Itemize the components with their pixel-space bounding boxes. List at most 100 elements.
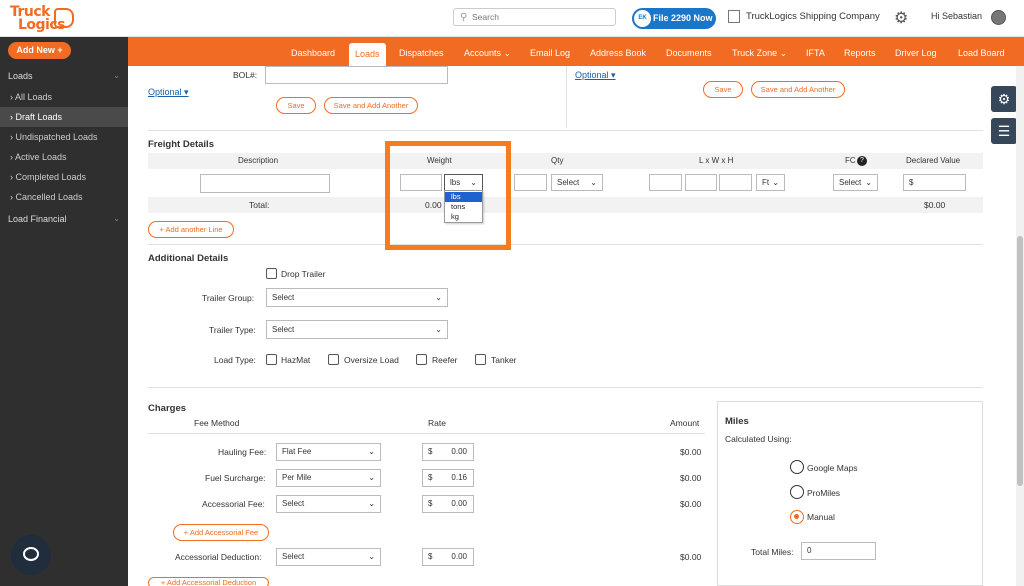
reefer-checkbox[interactable]: [416, 354, 427, 365]
nav-truck-zone[interactable]: Truck Zone ⌄: [732, 37, 787, 66]
nav-driver-log[interactable]: Driver Log: [895, 37, 937, 66]
sidebar-group-loads[interactable]: Loads ⌄: [0, 66, 128, 86]
weight-option-kg[interactable]: kg: [445, 212, 482, 222]
width-input[interactable]: [685, 174, 717, 191]
user-avatar[interactable]: [991, 10, 1006, 25]
search-input[interactable]: [472, 11, 612, 23]
trailer-type-select[interactable]: Select ⌄: [266, 320, 448, 339]
nav-load-board[interactable]: Load Board: [958, 37, 1005, 66]
total-miles-input[interactable]: 0: [801, 542, 876, 560]
sidebar: Add New + Loads ⌄ › All Loads › Draft Lo…: [0, 37, 128, 586]
accessorial-fee-method: Select: [282, 499, 305, 508]
settings-gear-icon[interactable]: ⚙: [894, 8, 908, 28]
google-maps-radio[interactable]: [790, 460, 804, 474]
description-input[interactable]: [200, 174, 330, 193]
optional-toggle-right[interactable]: Optional ▾: [575, 70, 616, 81]
nav-ifta[interactable]: IFTA: [806, 37, 825, 66]
amount-header: Amount: [670, 418, 700, 428]
trailer-group-select[interactable]: Select ⌄: [266, 288, 448, 307]
help-icon[interactable]: ?: [857, 156, 867, 166]
fuel-surcharge-rate-input[interactable]: $ 0.16: [422, 469, 474, 487]
add-accessorial-deduction-button[interactable]: + Add Accessorial Deduction: [148, 577, 269, 586]
tanker-checkbox[interactable]: [475, 354, 486, 365]
chat-bubble-icon: [23, 547, 39, 561]
scrollbar-thumb[interactable]: [1017, 236, 1023, 486]
header-qty: Qty: [551, 156, 564, 165]
fee-method-header: Fee Method: [194, 418, 240, 428]
drop-trailer-checkbox[interactable]: [266, 268, 277, 279]
sidebar-item-cancelled-loads[interactable]: › Cancelled Loads: [0, 187, 128, 207]
dimension-unit-select[interactable]: Ft ⌄: [756, 174, 785, 191]
trucklogics-logo[interactable]: Truck Logics: [8, 4, 74, 34]
hazmat-checkbox[interactable]: [266, 354, 277, 365]
user-greeting[interactable]: Hi Sebastian: [931, 11, 982, 21]
sidebar-item-draft-loads[interactable]: › Draft Loads: [0, 107, 128, 127]
weight-option-tons[interactable]: tons: [445, 202, 482, 212]
accessorial-deduction-label: Accessorial Deduction:: [175, 552, 262, 562]
sidebar-item-completed-loads[interactable]: › Completed Loads: [0, 167, 128, 187]
oversize-load-checkbox[interactable]: [328, 354, 339, 365]
hauling-fee-rate-input[interactable]: $ 0.00: [422, 443, 474, 461]
nav-email-log[interactable]: Email Log: [530, 37, 570, 66]
accessorial-fee-label: Accessorial Fee:: [202, 499, 265, 509]
notes-panel-icon[interactable]: ☰: [991, 118, 1017, 144]
accessorial-fee-rate: 0.00: [451, 499, 467, 508]
fc-select[interactable]: Select ⌄: [833, 174, 878, 191]
sidebar-item-active-loads[interactable]: › Active Loads: [0, 147, 128, 167]
company-name[interactable]: TruckLogics Shipping Company: [746, 11, 880, 22]
expresstruck-badge-icon: EK: [634, 10, 651, 27]
trailer-group-value: Select: [272, 293, 295, 302]
qty-input[interactable]: [514, 174, 547, 191]
section-divider: [148, 387, 983, 388]
length-input[interactable]: [649, 174, 682, 191]
section-divider: [148, 244, 983, 245]
chevron-down-icon: ⌄: [435, 325, 442, 334]
bol-input[interactable]: [265, 66, 448, 84]
optional-toggle-left[interactable]: Optional ▾: [148, 87, 189, 98]
save-button-right[interactable]: Save: [703, 81, 743, 98]
accessorial-fee-method-select[interactable]: Select ⌄: [276, 495, 381, 513]
height-input[interactable]: [719, 174, 752, 191]
sidebar-item-undispatched-loads[interactable]: › Undispatched Loads: [0, 127, 128, 147]
accessorial-deduction-rate-input[interactable]: $ 0.00: [422, 548, 474, 566]
chevron-down-icon: ⌄: [368, 447, 375, 456]
nav-loads[interactable]: Loads: [349, 43, 386, 66]
accessorial-fee-rate-input[interactable]: $ 0.00: [422, 495, 474, 513]
add-accessorial-fee-button[interactable]: + Add Accessorial Fee: [173, 524, 269, 541]
qty-unit-select[interactable]: Select ⌄: [551, 174, 603, 191]
dollar-prefix: $: [428, 447, 433, 456]
truck-logo-icon: [54, 8, 74, 28]
sidebar-group-load-financial[interactable]: Load Financial ⌄: [0, 209, 128, 229]
dollar-prefix: $: [428, 552, 433, 561]
nav-reports[interactable]: Reports: [844, 37, 876, 66]
save-add-another-button-left[interactable]: Save and Add Another: [324, 97, 418, 114]
add-new-button[interactable]: Add New +: [8, 42, 71, 59]
manual-radio[interactable]: [790, 510, 804, 524]
nav-address-book[interactable]: Address Book: [590, 37, 646, 66]
accessorial-deduction-method-select[interactable]: Select ⌄: [276, 548, 381, 566]
file-2290-button[interactable]: EK File 2290 Now: [632, 8, 716, 29]
hauling-fee-amount: $0.00: [680, 447, 702, 457]
add-another-line-button[interactable]: + Add another Line: [148, 221, 234, 238]
main-nav: Dashboard Loads Dispatches Accounts ⌄ Em…: [128, 37, 1024, 66]
promiles-radio[interactable]: [790, 485, 804, 499]
weight-option-lbs[interactable]: lbs: [445, 192, 482, 202]
save-button-left[interactable]: Save: [276, 97, 316, 114]
save-add-another-button-right[interactable]: Save and Add Another: [751, 81, 845, 98]
search-box[interactable]: ⚲: [453, 8, 616, 26]
hauling-fee-method-select[interactable]: Flat Fee ⌄: [276, 443, 381, 461]
declared-value-input[interactable]: $: [903, 174, 966, 191]
fuel-surcharge-method-select[interactable]: Per Mile ⌄: [276, 469, 381, 487]
nav-dashboard[interactable]: Dashboard: [291, 37, 335, 66]
nav-dispatches[interactable]: Dispatches: [399, 37, 444, 66]
chevron-down-icon: ⌄: [368, 499, 375, 508]
settings-panel-icon[interactable]: ⚙: [991, 86, 1017, 112]
chat-widget-button[interactable]: [11, 535, 51, 575]
sidebar-item-all-loads[interactable]: › All Loads: [0, 87, 128, 107]
nav-documents[interactable]: Documents: [666, 37, 712, 66]
nav-accounts[interactable]: Accounts ⌄: [464, 37, 511, 66]
additional-details-title: Additional Details: [148, 253, 229, 264]
trailer-type-label: Trailer Type:: [209, 325, 256, 335]
page-scrollbar[interactable]: [1016, 66, 1024, 586]
sidebar-group-label: Load Financial: [8, 214, 67, 224]
